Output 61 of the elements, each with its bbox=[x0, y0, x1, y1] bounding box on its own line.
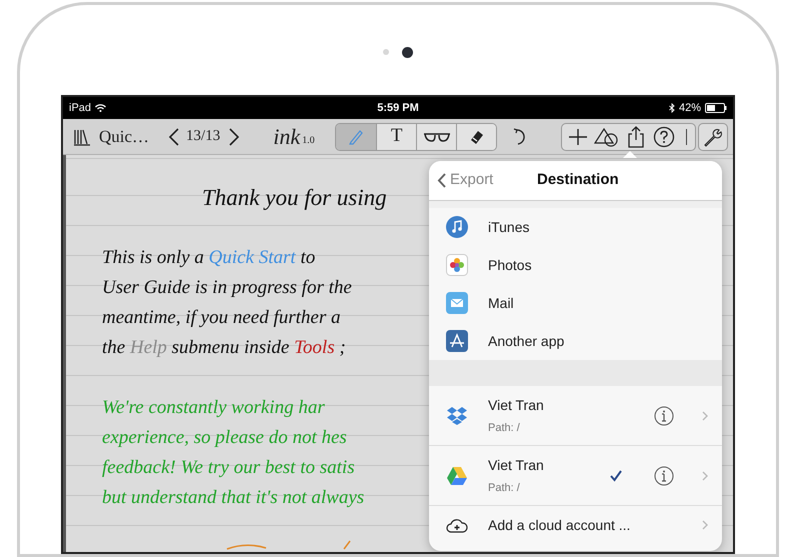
handwritten-line: We're constantly working har bbox=[102, 396, 325, 420]
cloud-plus-icon bbox=[446, 517, 468, 533]
popover-arrow-icon bbox=[623, 151, 637, 158]
handwritten-line: meantime, if you need further a bbox=[102, 306, 341, 330]
account-path: Path: / bbox=[488, 480, 521, 496]
handwritten-line: the Help submenu inside Tools ; bbox=[102, 336, 346, 360]
drive-icon bbox=[446, 466, 468, 486]
chevron-right-icon bbox=[702, 410, 708, 420]
chevron-right-icon bbox=[702, 520, 708, 530]
document-title[interactable]: Quic… bbox=[99, 124, 150, 150]
popover-title: Destination bbox=[537, 170, 619, 190]
cloud-account-item[interactable]: Viet Tran Path: / bbox=[429, 386, 722, 446]
eraser-tool[interactable] bbox=[456, 124, 496, 150]
app-logo: ink bbox=[273, 126, 300, 148]
chevron-right-icon bbox=[229, 128, 240, 146]
account-name: Viet Tran bbox=[488, 456, 545, 475]
handwritten-line: experience, so please do not hes bbox=[102, 426, 347, 450]
handwritten-line: but understand that it's not always bbox=[102, 486, 364, 510]
eraser-icon bbox=[468, 128, 485, 144]
glasses-icon bbox=[422, 130, 451, 142]
handwritten-line: feedback! We try our best to satis bbox=[102, 456, 355, 480]
battery-icon bbox=[705, 103, 728, 113]
text-tool[interactable]: T bbox=[376, 124, 416, 150]
app-store-icon bbox=[446, 330, 468, 352]
account-path: Path: / bbox=[488, 420, 521, 436]
wifi-icon bbox=[95, 104, 106, 112]
undo-icon[interactable] bbox=[513, 128, 528, 146]
wrench-icon bbox=[703, 126, 724, 146]
bluetooth-icon bbox=[668, 103, 675, 113]
cloud-account-item[interactable]: Viet Tran Path: / bbox=[429, 446, 722, 506]
handwritten-line: User Guide is in progress for the bbox=[102, 276, 352, 300]
chevron-right-icon bbox=[702, 470, 708, 480]
library-icon[interactable] bbox=[73, 128, 91, 146]
help-icon[interactable] bbox=[652, 126, 676, 148]
camera-lens bbox=[402, 46, 413, 58]
chevron-left-icon bbox=[437, 173, 446, 188]
glasses-tool[interactable] bbox=[416, 124, 456, 150]
chevron-left-icon bbox=[169, 128, 180, 146]
envelope-icon bbox=[446, 292, 468, 314]
music-note-icon bbox=[446, 216, 468, 238]
flower-icon bbox=[446, 254, 468, 276]
add-cloud-account-item[interactable]: Add a cloud account ... bbox=[429, 506, 722, 544]
back-button[interactable]: Export bbox=[437, 169, 494, 192]
dropbox-icon bbox=[446, 406, 468, 426]
page-counter: 13/13 bbox=[186, 127, 220, 146]
handwritten-heading: Thank you for using bbox=[202, 184, 387, 212]
handwritten-line: This is only a Quick Start to bbox=[102, 246, 316, 270]
export-target-item[interactable]: Another app bbox=[429, 322, 722, 360]
shapes-icon[interactable] bbox=[594, 126, 620, 146]
export-target-item[interactable]: iTunes bbox=[429, 208, 722, 246]
status-time: 5:59 PM bbox=[377, 100, 419, 116]
carrier-label: iPad bbox=[69, 100, 92, 116]
account-name: Viet Tran bbox=[488, 396, 545, 415]
pencil-icon bbox=[348, 128, 364, 144]
export-target-item[interactable]: Photos bbox=[429, 246, 722, 284]
info-icon[interactable] bbox=[654, 466, 674, 486]
tools-button[interactable] bbox=[698, 122, 728, 150]
app-version: 1.0 bbox=[302, 134, 315, 148]
export-target-item[interactable]: Mail bbox=[429, 284, 722, 322]
battery-percent: 42% bbox=[678, 100, 702, 116]
info-icon[interactable] bbox=[654, 406, 674, 426]
